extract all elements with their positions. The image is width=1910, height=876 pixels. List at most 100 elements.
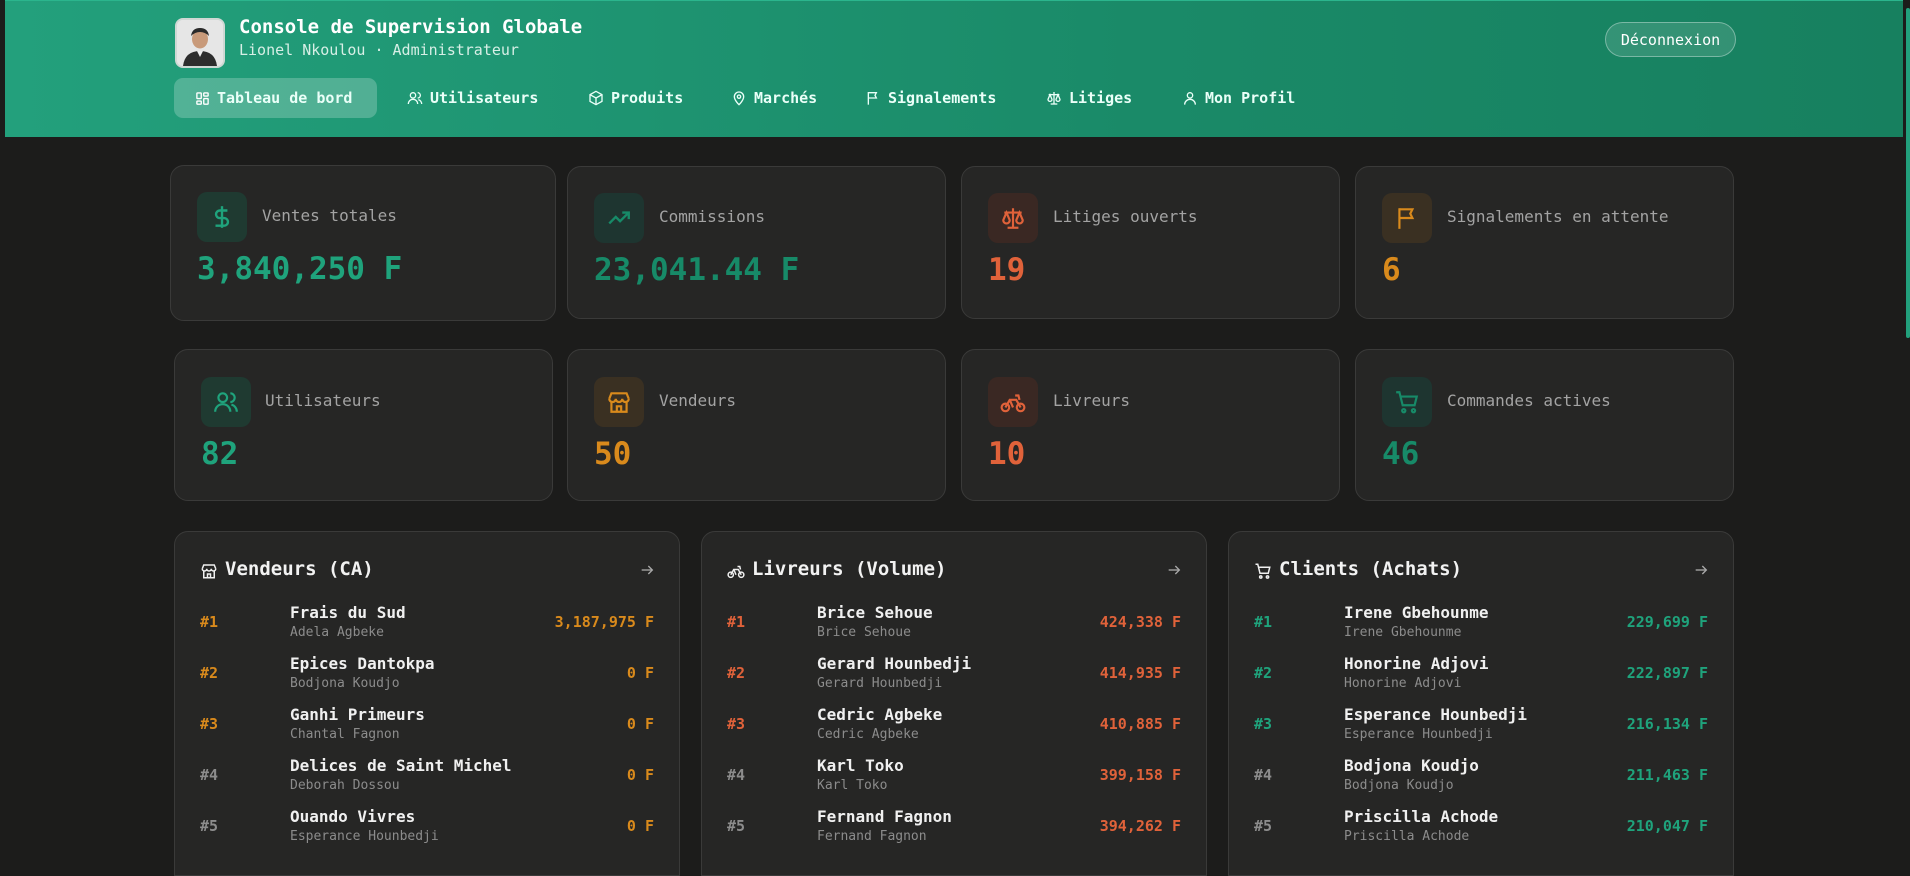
tab-label: Utilisateurs [430, 89, 539, 107]
stat-card-users: Utilisateurs 82 [174, 349, 553, 501]
user-icon [1184, 92, 1196, 105]
scale-icon [1047, 92, 1061, 105]
top-clients-card: Clients (Achats) #1 Irene Gbehounme Irene … [1228, 531, 1734, 876]
item-name: Frais du Sud [290, 603, 406, 622]
list-item[interactable]: #3 Ganhi Primeurs Chantal Fagnon 0 F [175, 701, 679, 751]
item-amount: 410,885 F [1099, 715, 1181, 733]
stat-card-active-orders: Commandes actives 46 [1355, 349, 1734, 501]
top-couriers-card: Livreurs (Volume) #1 Brice Sehoue Brice Se… [701, 531, 1207, 876]
logout-button[interactable]: Déconnexion [1605, 22, 1736, 57]
store-icon [594, 377, 644, 427]
users-icon [201, 377, 251, 427]
trending-up-icon [594, 193, 644, 243]
item-amount: 399,158 F [1099, 766, 1181, 784]
item-name: Honorine Adjovi [1344, 654, 1489, 673]
stat-value: 82 [201, 436, 239, 472]
tab-users[interactable]: Utilisateurs [407, 78, 538, 118]
tab-label: Litiges [1069, 89, 1133, 107]
item-amount: 0 F [626, 766, 654, 784]
rank: #2 [1254, 664, 1273, 682]
item-amount: 0 F [626, 817, 654, 835]
cart-icon [1382, 377, 1432, 427]
item-amount: 424,338 F [1099, 613, 1181, 631]
item-subtitle: Brice Sehoue [817, 625, 911, 640]
list-item[interactable]: #1 Irene Gbehounme Irene Gbehounme 229,699 … [1229, 599, 1733, 649]
list-item[interactable]: #2 Gerard Hounbedji Gerard Hounbedji 414,93… [702, 650, 1206, 700]
item-subtitle: Chantal Fagnon [290, 727, 400, 742]
item-amount: 0 F [626, 664, 654, 682]
stat-card-total-sales: Ventes totales 3,840,250 F [170, 165, 556, 321]
dashboard-icon [196, 91, 209, 105]
rank: #5 [200, 817, 219, 835]
item-amount: 222,897 F [1626, 664, 1708, 682]
item-amount: 210,047 F [1626, 817, 1708, 835]
stat-value: 50 [594, 436, 632, 472]
tab-products[interactable]: Produits [588, 78, 683, 118]
stat-label: Ventes totales [262, 206, 397, 225]
list-item[interactable]: #5 Priscilla Achode Priscilla Achode 210,04… [1229, 803, 1733, 853]
item-name: Ouando Vivres [290, 807, 416, 826]
tab-disputes[interactable]: Litiges [1046, 78, 1132, 118]
arrow-right-icon[interactable] [1693, 562, 1709, 582]
rank: #5 [727, 817, 746, 835]
item-subtitle: Bodjona Koudjo [1344, 778, 1454, 793]
stat-label: Commandes actives [1447, 391, 1611, 410]
item-amount: 3,187,975 F [554, 613, 654, 631]
tab-label: Signalements [888, 89, 997, 107]
list-item[interactable]: #2 Honorine Adjovi Honorine Adjovi 222,897 … [1229, 650, 1733, 700]
scrollbar[interactable] [1906, 8, 1910, 338]
stat-card-commissions: Commissions 23,041.44 F [567, 166, 946, 319]
list-item[interactable]: #5 Fernand Fagnon Fernand Fagnon 394,262 F [702, 803, 1206, 853]
tab-label: Produits [611, 89, 684, 107]
list-item[interactable]: #4 Delices de Saint Michel Deborah Dossou 0… [175, 752, 679, 802]
list-item[interactable]: #1 Brice Sehoue Brice Sehoue 424,338 F [702, 599, 1206, 649]
list-item[interactable]: #5 Ouando Vivres Esperance Hounbedji 0 F [175, 803, 679, 853]
rank: #4 [1254, 766, 1273, 784]
item-name: Cedric Agbeke [817, 705, 943, 724]
rank: #1 [1254, 613, 1273, 631]
stat-card-couriers: Livreurs 10 [961, 349, 1340, 501]
list-item[interactable]: #3 Esperance Hounbedji Esperance Hounbedji… [1229, 701, 1733, 751]
stat-label: Utilisateurs [265, 391, 381, 410]
arrow-right-icon[interactable] [1166, 562, 1182, 582]
bike-icon [988, 377, 1038, 427]
rank: #2 [727, 664, 746, 682]
app-title: Console de Supervision Globale [239, 16, 583, 38]
item-subtitle: Deborah Dossou [290, 778, 400, 793]
list-item[interactable]: #1 Frais du Sud Adela Agbeke 3,187,975 F [175, 599, 679, 649]
avatar[interactable] [175, 18, 225, 68]
stat-card-vendors: Vendeurs 50 [567, 349, 946, 501]
rank: #3 [1254, 715, 1273, 733]
item-name: Brice Sehoue [817, 603, 933, 622]
tab-reports[interactable]: Signalements [865, 78, 996, 118]
item-subtitle: Bodjona Koudjo [290, 676, 400, 691]
item-amount: 414,935 F [1099, 664, 1181, 682]
list-item[interactable]: #3 Cedric Agbeke Cedric Agbeke 410,885 F [702, 701, 1206, 751]
stat-value: 46 [1382, 436, 1420, 472]
arrow-right-icon[interactable] [639, 562, 655, 582]
stat-label: Livreurs [1053, 391, 1131, 410]
rank: #3 [200, 715, 219, 733]
top-header: Console de Supervision Globale Lionel Nk… [5, 0, 1903, 137]
list-item[interactable]: #4 Karl Toko Karl Toko 399,158 F [702, 752, 1206, 802]
list-item[interactable]: #2 Epices Dantokpa Bodjona Koudjo 0 F [175, 650, 679, 700]
stat-value: 23,041.44 F [594, 252, 800, 288]
flag-icon [867, 92, 878, 105]
item-subtitle: Karl Toko [817, 778, 888, 793]
item-name: Bodjona Koudjo [1344, 756, 1479, 775]
card-title: Livreurs (Volume) [752, 558, 947, 580]
rank: #3 [727, 715, 746, 733]
tab-dashboard[interactable]: Tableau de bord [174, 78, 377, 118]
stat-value: 19 [988, 252, 1026, 288]
tab-markets[interactable]: Marchés [731, 78, 817, 118]
tab-profile[interactable]: Mon Profil [1182, 78, 1295, 118]
item-subtitle: Gerard Hounbedji [817, 676, 943, 691]
item-subtitle: Irene Gbehounme [1344, 625, 1462, 640]
item-amount: 0 F [626, 715, 654, 733]
tab-label: Marchés [754, 89, 818, 107]
stat-label: Litiges ouverts [1053, 207, 1198, 226]
card-title: Vendeurs (CA) [225, 558, 374, 580]
list-item[interactable]: #4 Bodjona Koudjo Bodjona Koudjo 211,463 F [1229, 752, 1733, 802]
users-icon [407, 92, 423, 105]
flag-icon [1382, 193, 1432, 243]
